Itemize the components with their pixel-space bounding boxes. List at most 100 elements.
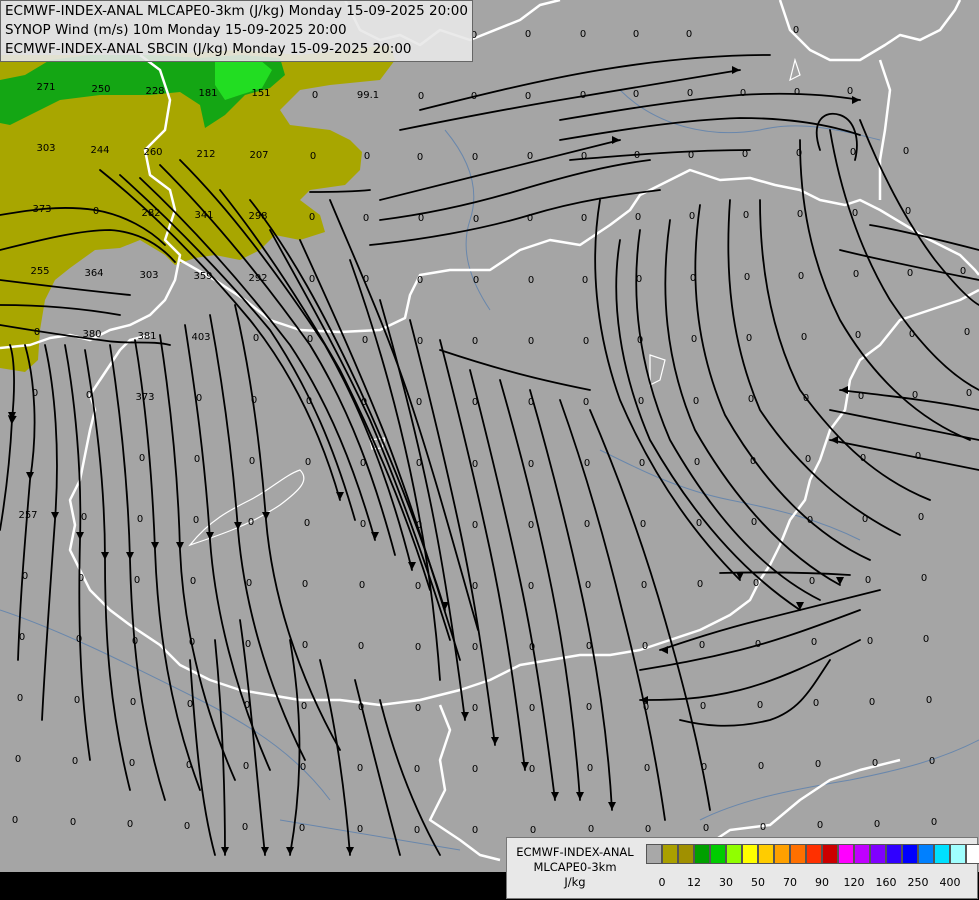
cape-value-label: 0 — [81, 512, 87, 523]
cape-value-label: 282 — [141, 208, 160, 219]
cape-value-label: 0 — [867, 636, 873, 647]
colorbar-swatch — [886, 844, 902, 864]
cape-value-label: 0 — [860, 453, 866, 464]
cape-value-label: 0 — [915, 451, 921, 462]
colorbar-tick-label: 90 — [815, 876, 829, 889]
weather-map[interactable]: 271 250 228 181 151 0 99.1 0 0 0 0 0 0 0 0 0 0 0 0 0 0 0 303 24… — [0, 0, 979, 900]
cape-value-label: 271 — [36, 82, 55, 93]
cape-value-label: 0 — [753, 578, 759, 589]
cape-value-label: 0 — [742, 149, 748, 160]
cape-value-label: 0 — [22, 571, 28, 582]
cape-value-label: 0 — [530, 825, 536, 836]
title-line-mlcape: ECMWF-INDEX-ANAL MLCAPE0-3km (J/kg) Mond… — [5, 3, 468, 19]
cape-value-label: 0 — [697, 579, 703, 590]
cape-value-label: 0 — [855, 330, 861, 341]
cape-value-label: 0 — [586, 641, 592, 652]
cape-value-label: 0 — [758, 761, 764, 772]
colorbar-swatch — [806, 844, 822, 864]
cape-value-label: 0 — [414, 825, 420, 836]
cape-value-label: 0 — [246, 578, 252, 589]
cape-value-label: 0 — [586, 702, 592, 713]
cape-value-label: 0 — [130, 697, 136, 708]
cape-value-label: 0 — [918, 512, 924, 523]
cape-value-label: 0 — [418, 91, 424, 102]
cape-value-label: 403 — [191, 332, 210, 343]
cape-value-label: 0 — [129, 758, 135, 769]
cape-value-label: 0 — [15, 754, 21, 765]
cape-value-label: 0 — [807, 515, 813, 526]
cape-value-label: 0 — [310, 151, 316, 162]
cape-value-label: 373 — [32, 204, 51, 215]
cape-value-label: 0 — [357, 763, 363, 774]
cape-value-label: 0 — [306, 396, 312, 407]
cape-value-label: 0 — [797, 209, 803, 220]
colorbar-tick-label: 50 — [751, 876, 765, 889]
cape-value-label: 0 — [580, 90, 586, 101]
cape-value-label: 255 — [30, 266, 49, 277]
cape-value-label: 0 — [923, 634, 929, 645]
cape-value-label: 0 — [528, 275, 534, 286]
cape-value-label: 228 — [145, 86, 164, 97]
cape-value-label: 364 — [84, 268, 103, 279]
cape-value-label: 0 — [751, 517, 757, 528]
cape-value-label: 0 — [905, 206, 911, 217]
cape-value-label: 0 — [473, 214, 479, 225]
cape-value-label: 0 — [300, 762, 306, 773]
cape-value-label: 0 — [362, 335, 368, 346]
cape-value-label: 0 — [359, 580, 365, 591]
cape-value-label: 303 — [36, 143, 55, 154]
cape-value-label: 0 — [640, 519, 646, 530]
cape-value-label: 0 — [694, 457, 700, 468]
cape-value-label: 0 — [746, 333, 752, 344]
cape-value-label: 0 — [912, 390, 918, 401]
cape-value-label: 0 — [641, 580, 647, 591]
cape-value-label: 0 — [853, 269, 859, 280]
cape-value-label: 0 — [416, 520, 422, 531]
cape-value-label: 0 — [415, 581, 421, 592]
cape-value-label: 0 — [302, 640, 308, 651]
colorbar-swatch — [870, 844, 886, 864]
cape-value-label: 0 — [582, 275, 588, 286]
cape-value-label: 0 — [757, 700, 763, 711]
cape-value-label: 0 — [811, 637, 817, 648]
cape-value-label: 0 — [703, 823, 709, 834]
colorbar-swatch — [694, 844, 710, 864]
map-legend-title: ECMWF-INDEX-ANAL MLCAPE0-3km (J/kg) Mond… — [0, 0, 473, 62]
cape-value-label: 0 — [528, 581, 534, 592]
cape-value-label: 0 — [307, 334, 313, 345]
cape-value-label: 0 — [302, 579, 308, 590]
cape-value-label: 0 — [196, 393, 202, 404]
cape-value-label: 0 — [12, 815, 18, 826]
cape-value-label: 0 — [358, 641, 364, 652]
colorbar-swatch — [742, 844, 758, 864]
cape-value-label: 0 — [193, 515, 199, 526]
cape-value-label: 0 — [184, 821, 190, 832]
cape-value-label: 0 — [637, 335, 643, 346]
cape-value-label: 0 — [874, 819, 880, 830]
cape-value-label: 0 — [903, 146, 909, 157]
cape-value-label: 0 — [127, 819, 133, 830]
colorbar-legend: ECMWF-INDEX-ANAL MLCAPE0-3km J/kg 0 12 30 5… — [506, 837, 979, 899]
colorbar-label: ECMWF-INDEX-ANAL MLCAPE0-3km J/kg — [509, 845, 641, 890]
cape-value-label: 0 — [638, 396, 644, 407]
cape-value-label: 0 — [750, 456, 756, 467]
cape-value-label: 0 — [472, 336, 478, 347]
cape-value-label: 0 — [472, 581, 478, 592]
cape-value-label: 0 — [907, 268, 913, 279]
cape-value-label: 0 — [689, 211, 695, 222]
cape-value-label: 0 — [363, 274, 369, 285]
cape-value-label: 0 — [699, 640, 705, 651]
cape-value-label: 0 — [529, 642, 535, 653]
cape-value-label: 0 — [639, 458, 645, 469]
cape-value-label: 0 — [78, 573, 84, 584]
cape-value-label: 0 — [248, 517, 254, 528]
cape-value-label: 244 — [90, 145, 109, 156]
cape-value-label: 0 — [471, 91, 477, 102]
cape-value-label: 0 — [634, 150, 640, 161]
cape-value-label: 0 — [528, 520, 534, 531]
cape-value-label: 0 — [583, 397, 589, 408]
cape-value-label: 0 — [645, 824, 651, 835]
colorbar-swatch — [678, 844, 694, 864]
cape-value-label: 0 — [86, 390, 92, 401]
cape-value-label: 0 — [529, 703, 535, 714]
